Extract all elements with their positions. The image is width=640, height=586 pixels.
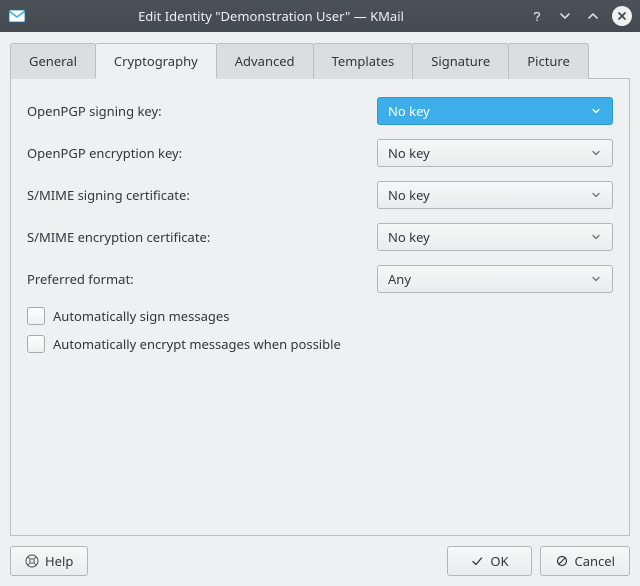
row-preferred-format: Preferred format: Any — [27, 265, 613, 293]
combo-openpgp-signing[interactable]: No key — [377, 97, 613, 125]
tab-picture[interactable]: Picture — [508, 43, 589, 79]
chevron-down-icon — [590, 273, 602, 285]
label-smime-encryption: S/MIME encryption certificate: — [27, 228, 377, 246]
check-icon — [470, 554, 484, 568]
tab-templates[interactable]: Templates — [313, 43, 414, 79]
tab-bar: General Cryptography Advanced Templates … — [10, 42, 630, 79]
kmail-app-icon — [8, 7, 26, 25]
combo-preferred-format[interactable]: Any — [377, 265, 613, 293]
chevron-down-icon — [590, 231, 602, 243]
button-row: Help OK Cancel — [10, 536, 630, 576]
help-button[interactable]: Help — [10, 546, 88, 576]
maximize-icon[interactable] — [584, 7, 602, 25]
close-icon[interactable] — [612, 6, 632, 26]
label-openpgp-encryption: OpenPGP encryption key: — [27, 144, 377, 162]
label-auto-sign: Automatically sign messages — [53, 307, 229, 325]
combo-smime-encryption[interactable]: No key — [377, 223, 613, 251]
row-smime-encryption: S/MIME encryption certificate: No key — [27, 223, 613, 251]
row-auto-encrypt: Automatically encrypt messages when poss… — [27, 335, 613, 353]
chevron-down-icon — [590, 147, 602, 159]
help-button-label: Help — [45, 552, 73, 570]
tab-cryptography[interactable]: Cryptography — [95, 43, 217, 79]
label-auto-encrypt: Automatically encrypt messages when poss… — [53, 335, 341, 353]
row-openpgp-signing: OpenPGP signing key: No key — [27, 97, 613, 125]
minimize-icon[interactable] — [556, 7, 574, 25]
combo-openpgp-encryption[interactable]: No key — [377, 139, 613, 167]
combo-value: No key — [388, 102, 590, 120]
cancel-icon — [555, 554, 569, 568]
checkbox-auto-encrypt[interactable] — [27, 335, 45, 353]
chevron-down-icon — [590, 189, 602, 201]
help-titlebar-icon[interactable] — [528, 7, 546, 25]
tab-panel-cryptography: OpenPGP signing key: No key OpenPGP encr… — [10, 79, 630, 536]
checkbox-auto-sign[interactable] — [27, 307, 45, 325]
combo-value: No key — [388, 144, 590, 162]
label-smime-signing: S/MIME signing certificate: — [27, 186, 377, 204]
window-title: Edit Identity "Demonstration User" — KMa… — [34, 7, 528, 25]
help-lifebuoy-icon — [25, 554, 39, 568]
row-smime-signing: S/MIME signing certificate: No key — [27, 181, 613, 209]
tab-general[interactable]: General — [10, 43, 96, 79]
window-controls — [528, 6, 632, 26]
cancel-button[interactable]: Cancel — [540, 546, 630, 576]
ok-button-label: OK — [490, 552, 508, 570]
ok-button[interactable]: OK — [447, 546, 531, 576]
tab-advanced[interactable]: Advanced — [216, 43, 314, 79]
tab-signature[interactable]: Signature — [412, 43, 509, 79]
label-preferred-format: Preferred format: — [27, 270, 377, 288]
combo-value: Any — [388, 270, 590, 288]
dialog-body: General Cryptography Advanced Templates … — [0, 32, 640, 586]
combo-smime-signing[interactable]: No key — [377, 181, 613, 209]
row-auto-sign: Automatically sign messages — [27, 307, 613, 325]
cancel-button-label: Cancel — [575, 552, 615, 570]
title-bar: Edit Identity "Demonstration User" — KMa… — [0, 0, 640, 32]
row-openpgp-encryption: OpenPGP encryption key: No key — [27, 139, 613, 167]
chevron-down-icon — [590, 105, 602, 117]
combo-value: No key — [388, 186, 590, 204]
combo-value: No key — [388, 228, 590, 246]
label-openpgp-signing: OpenPGP signing key: — [27, 102, 377, 120]
